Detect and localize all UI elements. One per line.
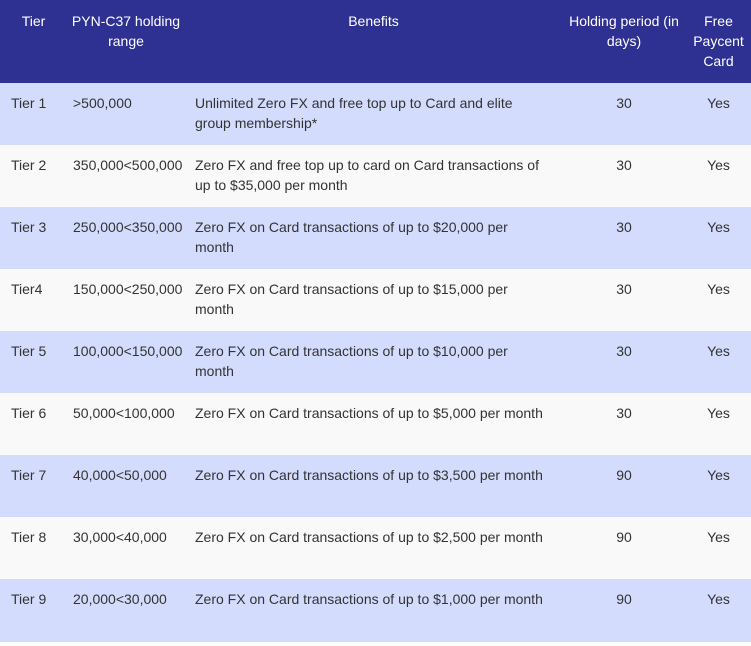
cell-free-card: Yes <box>707 405 730 421</box>
tier-table: Tier PYN-C37 holding range Benefits Hold… <box>0 0 751 642</box>
table-row: Tier 3 250,000<350,000 Zero FX on Card tra… <box>0 207 751 269</box>
cell-benefits: Zero FX on Card transactions of up to $5… <box>195 405 543 421</box>
header-tier: Tier <box>21 13 46 29</box>
cell-tier: Tier 7 <box>11 467 47 483</box>
cell-holding-range: 250,000<350,000 <box>73 219 183 235</box>
cell-free-card: Yes <box>707 467 730 483</box>
cell-tier: Tier 9 <box>11 591 47 607</box>
cell-free-card: Yes <box>707 529 730 545</box>
header-row: Tier PYN-C37 holding range Benefits Hold… <box>0 0 751 83</box>
cell-free-card: Yes <box>707 591 730 607</box>
cell-holding-range: 100,000<150,000 <box>73 343 183 359</box>
table-header: Tier PYN-C37 holding range Benefits Hold… <box>0 0 751 83</box>
cell-tier: Tier 8 <box>11 529 47 545</box>
cell-benefits: Zero FX on Card transactions of up to $1… <box>195 591 543 607</box>
cell-benefits: Unlimited Zero FX and free top up to Car… <box>195 95 513 131</box>
cell-tier: Tier 1 <box>11 95 47 111</box>
cell-tier: Tier 3 <box>11 219 47 235</box>
cell-holding-period: 90 <box>616 467 632 483</box>
table-row: Tier 5 100,000<150,000 Zero FX on Card tra… <box>0 331 751 393</box>
cell-holding-period: 30 <box>616 95 632 111</box>
cell-tier: Tier 6 <box>11 405 47 421</box>
cell-benefits: Zero FX on Card transactions of up to $2… <box>195 219 508 255</box>
cell-holding-range: 40,000<50,000 <box>73 467 167 483</box>
cell-tier: Tier4 <box>11 281 43 297</box>
cell-holding-range: 50,000<100,000 <box>73 405 175 421</box>
cell-holding-period: 30 <box>616 219 632 235</box>
cell-holding-period: 30 <box>616 157 632 173</box>
header-benefits: Benefits <box>348 13 399 29</box>
table-body: Tier 1 >500,000 Unlimited Zero FX and free… <box>0 83 751 642</box>
header-free-card: Free Paycent Card <box>693 13 744 69</box>
cell-holding-range: 30,000<40,000 <box>73 529 167 545</box>
cell-holding-range: 350,000<500,000 <box>73 157 183 173</box>
cell-holding-period: 30 <box>616 405 632 421</box>
cell-free-card: Yes <box>707 219 730 235</box>
cell-holding-period: 30 <box>616 281 632 297</box>
cell-holding-period: 90 <box>616 591 632 607</box>
cell-holding-period: 30 <box>616 343 632 359</box>
table-row: Tier4 150,000<250,000 Zero FX on Card tran… <box>0 269 751 331</box>
header-holding-period: Holding period (in days) <box>569 13 679 49</box>
cell-benefits: Zero FX on Card transactions of up to $2… <box>195 529 543 545</box>
cell-tier: Tier 2 <box>11 157 47 173</box>
cell-benefits: Zero FX on Card transactions of up to $1… <box>195 343 508 379</box>
cell-benefits: Zero FX and free top up to card on Card … <box>195 157 539 193</box>
cell-holding-range: >500,000 <box>73 95 132 111</box>
cell-holding-period: 90 <box>616 529 632 545</box>
cell-benefits: Zero FX on Card transactions of up to $3… <box>195 467 543 483</box>
cell-benefits: Zero FX on Card transactions of up to $1… <box>195 281 508 317</box>
table-row: Tier 1 >500,000 Unlimited Zero FX and free… <box>0 83 751 145</box>
table-row: Tier 2 350,000<500,000 Zero FX and free to… <box>0 145 751 207</box>
cell-tier: Tier 5 <box>11 343 47 359</box>
table-row: Tier 9 20,000<30,000 Zero FX on Card trans… <box>0 579 751 642</box>
cell-free-card: Yes <box>707 281 730 297</box>
cell-holding-range: 150,000<250,000 <box>73 281 183 297</box>
table-row: Tier 8 30,000<40,000 Zero FX on Card trans… <box>0 517 751 579</box>
cell-free-card: Yes <box>707 157 730 173</box>
cell-free-card: Yes <box>707 343 730 359</box>
cell-free-card: Yes <box>707 95 730 111</box>
cell-holding-range: 20,000<30,000 <box>73 591 167 607</box>
header-holding-range: PYN-C37 holding range <box>71 13 181 49</box>
table-row: Tier 7 40,000<50,000 Zero FX on Card trans… <box>0 455 751 517</box>
table-row: Tier 6 50,000<100,000 Zero FX on Card tran… <box>0 393 751 455</box>
